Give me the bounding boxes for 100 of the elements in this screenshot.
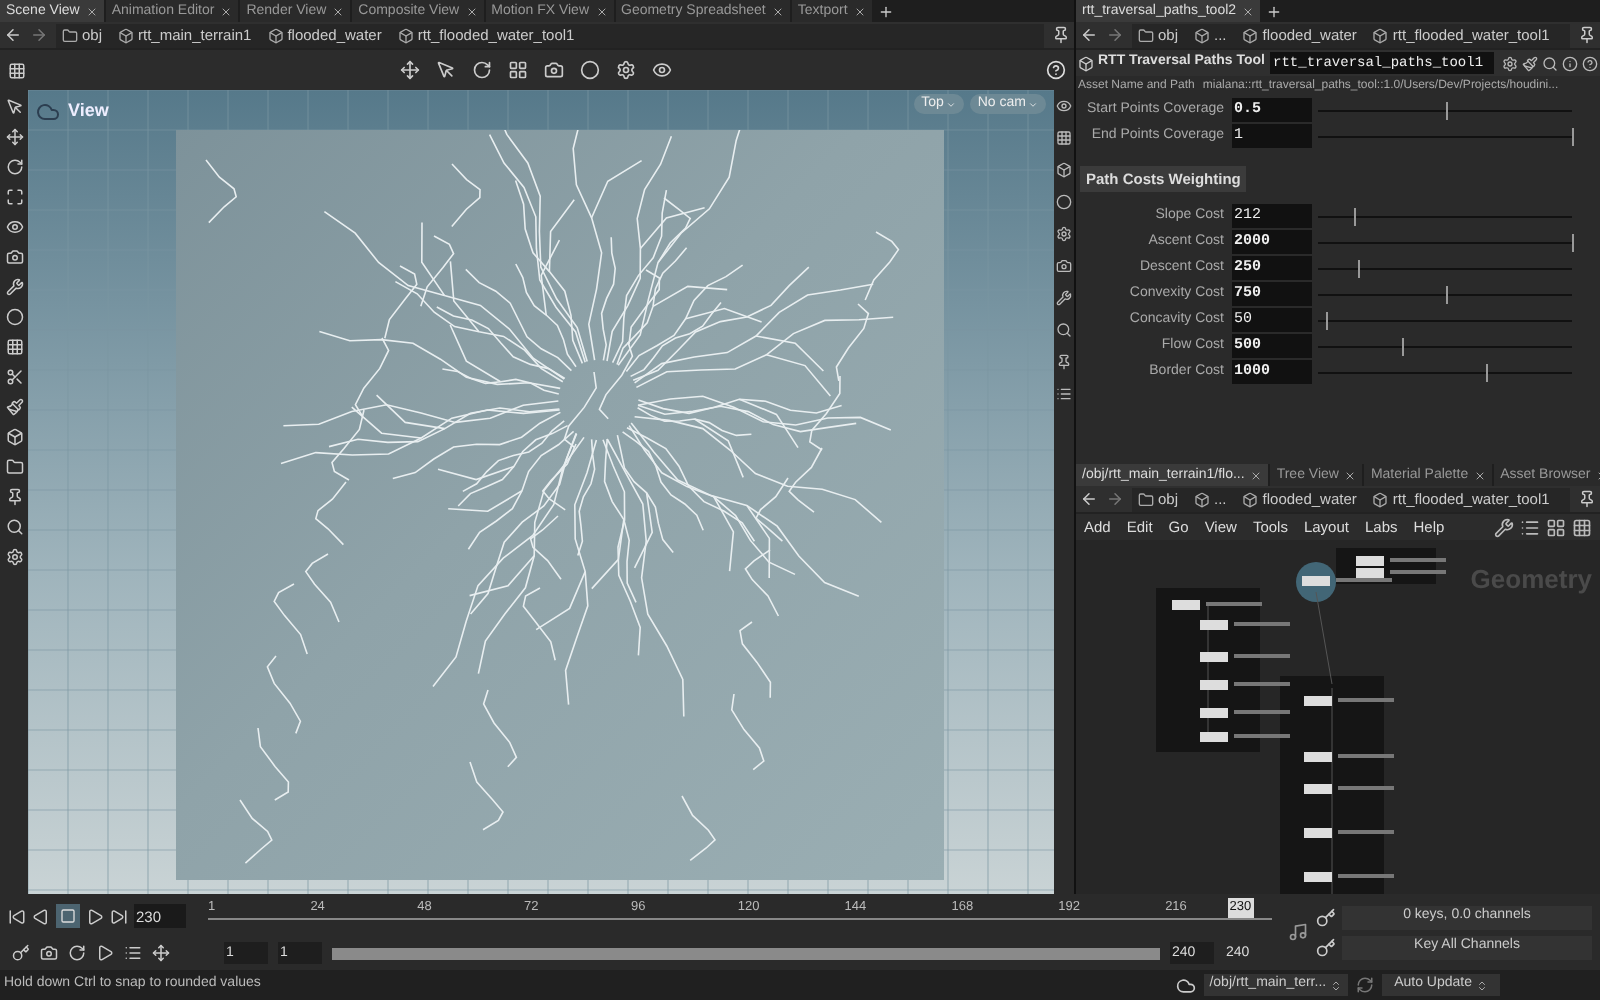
toolbar-tool-icon[interactable] [544, 60, 564, 80]
toolbar-tool-icon[interactable] [616, 60, 636, 80]
tool-icon[interactable] [5, 488, 23, 506]
list-icon[interactable] [1520, 517, 1540, 537]
audio-icon[interactable] [1288, 922, 1308, 942]
display-option-icon[interactable] [1056, 162, 1072, 178]
slider-handle[interactable] [1572, 127, 1574, 145]
tool-icon[interactable] [5, 428, 23, 446]
refresh-icon[interactable] [1356, 976, 1375, 994]
forward-icon[interactable] [30, 26, 48, 44]
tool-icon[interactable] [5, 188, 23, 206]
back-icon[interactable] [1080, 490, 1098, 508]
network-node[interactable] [1200, 732, 1290, 742]
network-node[interactable] [1200, 708, 1290, 718]
display-option-icon[interactable] [1056, 322, 1072, 338]
tool-icon[interactable] [5, 338, 23, 356]
back-icon[interactable] [4, 26, 22, 44]
network-node[interactable] [1200, 680, 1290, 690]
timeline-tool-icon[interactable] [96, 944, 114, 962]
pin-icon[interactable] [1578, 26, 1596, 44]
toolbar-tool-icon[interactable] [400, 60, 420, 80]
grid-icon[interactable] [1572, 517, 1592, 537]
toolbar-tool-icon[interactable] [652, 60, 672, 80]
tool-icon[interactable] [5, 248, 23, 266]
timeline-tool-icon[interactable] [40, 944, 58, 962]
tool-icon[interactable] [5, 398, 23, 416]
network-node[interactable] [1356, 568, 1446, 578]
slider-handle[interactable] [1485, 363, 1488, 381]
tool-icon[interactable] [5, 158, 23, 176]
key-channels-icon[interactable] [1316, 937, 1336, 957]
timeline-tool-icon[interactable] [12, 944, 30, 962]
network-icon [1175, 975, 1196, 995]
step-back-icon[interactable] [32, 907, 50, 925]
pin-icon[interactable] [1052, 26, 1070, 44]
help-icon[interactable] [1046, 60, 1066, 80]
network-node[interactable] [1356, 556, 1446, 566]
display-option-icon[interactable] [1056, 258, 1072, 274]
tool-icon[interactable] [5, 278, 23, 296]
network-node[interactable] [1304, 784, 1394, 794]
add-tab-icon[interactable] [877, 3, 894, 19]
tool-icon[interactable] [5, 548, 23, 566]
forward-icon[interactable] [1106, 26, 1124, 44]
frame-range-bar[interactable] [332, 947, 1160, 959]
display-option-icon[interactable] [1056, 194, 1072, 210]
caret-icon [945, 99, 956, 109]
slider-handle[interactable] [1358, 259, 1361, 277]
slider-handle[interactable] [1353, 207, 1356, 225]
node-type-icon [1078, 55, 1094, 71]
tool-icon[interactable] [5, 128, 23, 146]
display-option-icon[interactable] [1056, 290, 1072, 306]
caret-icon [1028, 99, 1038, 109]
toolbar-tool-icon[interactable] [436, 60, 456, 80]
display-option-icon[interactable] [1056, 226, 1072, 242]
toolbar-tool-icon[interactable] [508, 60, 528, 80]
stop-icon [60, 908, 76, 924]
slider-handle[interactable] [1445, 285, 1447, 303]
brush-icon[interactable] [1522, 55, 1538, 71]
help-icon[interactable] [1582, 55, 1598, 71]
tool-icon[interactable] [5, 308, 23, 326]
toolbar-tool-icon[interactable] [472, 60, 492, 80]
layout-icon[interactable] [1546, 517, 1566, 537]
network-node[interactable] [1304, 696, 1394, 706]
network-node[interactable] [1172, 600, 1262, 610]
slider-handle[interactable] [1572, 233, 1574, 251]
timeline-tool-icon[interactable] [152, 944, 170, 962]
info-icon[interactable] [1562, 55, 1578, 71]
network-node[interactable] [1200, 620, 1290, 630]
cloud-icon [36, 99, 60, 124]
display-option-icon[interactable] [1056, 98, 1072, 114]
last-frame-icon[interactable] [110, 907, 128, 925]
slider-handle[interactable] [1401, 337, 1404, 355]
display-option-icon[interactable] [1056, 386, 1072, 402]
tool-icon[interactable] [5, 458, 23, 476]
forward-icon[interactable] [1106, 490, 1124, 508]
network-node[interactable] [1200, 652, 1290, 662]
first-frame-icon[interactable] [8, 907, 26, 925]
timeline-tool-icon[interactable] [124, 944, 142, 962]
settings-icon[interactable] [1502, 55, 1518, 71]
slider-handle[interactable] [1445, 101, 1447, 119]
back-icon[interactable] [1080, 26, 1098, 44]
slider-handle[interactable] [1325, 311, 1328, 329]
display-option-icon[interactable] [1056, 130, 1072, 146]
network-node[interactable] [1304, 828, 1394, 838]
grid-dots-icon[interactable] [8, 61, 26, 79]
keys-icon[interactable] [1316, 907, 1336, 927]
display-option-icon[interactable] [1056, 354, 1072, 370]
tool-icon[interactable] [5, 518, 23, 536]
network-node[interactable] [1302, 576, 1392, 586]
add-tab-icon[interactable] [1266, 3, 1283, 19]
search-icon[interactable] [1542, 55, 1558, 71]
network-node[interactable] [1304, 752, 1394, 762]
tool-icon[interactable] [5, 218, 23, 236]
tool-icon[interactable] [5, 98, 23, 116]
tool-icon[interactable] [5, 368, 23, 386]
play-icon[interactable] [86, 907, 104, 925]
pin-icon[interactable] [1578, 490, 1596, 508]
timeline-tool-icon[interactable] [68, 944, 86, 962]
tools-icon[interactable] [1494, 517, 1514, 537]
toolbar-tool-icon[interactable] [580, 60, 600, 80]
network-node[interactable] [1304, 872, 1394, 882]
